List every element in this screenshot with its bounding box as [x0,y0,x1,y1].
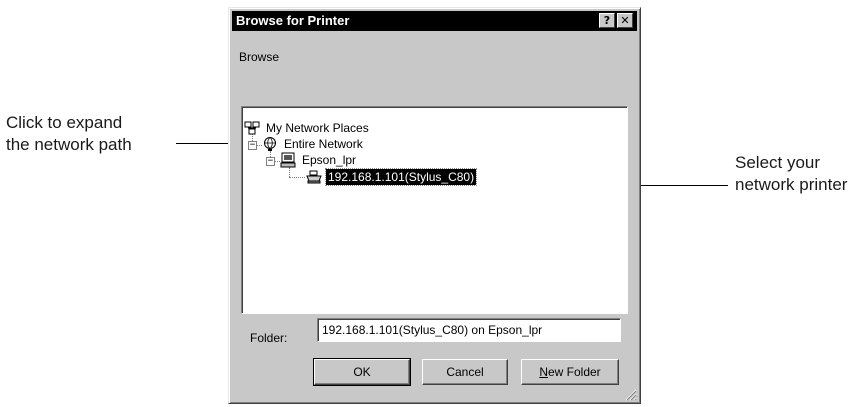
tree-item-label: 192.168.1.101(Stylus_C80) [324,168,478,186]
tree-item-label: Epson_lpr [302,153,357,167]
screenshot-stage: Click to expand the network path Select … [0,0,859,407]
printer-icon [306,169,322,185]
dialog-title: Browse for Printer [236,13,350,28]
browse-label: Browse [239,50,280,64]
tree-connector [289,167,291,177]
tree-item-label: Entire Network [284,137,363,151]
new-folder-label: ew Folder [547,365,601,379]
callout-text-line: the network path [6,135,132,154]
network-tree-view[interactable]: My Network Places − Entire Network − Eps… [241,106,628,314]
folder-field[interactable]: 192.168.1.101(Stylus_C80) on Epson_lpr [317,318,621,342]
resize-grip-icon[interactable] [625,388,637,401]
tree-item-epson-lpr[interactable]: Epson_lpr [280,152,358,168]
tree-connector [289,177,305,179]
tree-item-network-printer[interactable]: 192.168.1.101(Stylus_C80) [306,168,478,186]
globe-icon [262,136,278,152]
select-printer-callout: Select your network printer [735,152,859,196]
folder-label: Folder: [250,331,288,345]
new-folder-button[interactable]: New Folder [521,359,619,385]
tree-item-my-network-places[interactable]: My Network Places [244,120,371,136]
callout-text-line: Select your [735,153,821,172]
expand-path-callout: Click to expand the network path [6,112,176,156]
new-folder-mnemonic: N [539,365,548,379]
ok-button[interactable]: OK [313,358,411,386]
collapse-toggle-entire-network[interactable]: − [248,141,257,150]
dialog-titlebar[interactable]: Browse for Printer ? ✕ [232,11,637,31]
close-button[interactable]: ✕ [617,13,633,28]
collapse-toggle-epson-lpr[interactable]: − [266,157,275,166]
computer-icon [280,152,296,168]
callout-text-line: Click to expand [6,113,123,132]
help-button[interactable]: ? [599,13,615,28]
cancel-button[interactable]: Cancel [422,359,508,385]
callout-text-line: network printer [735,175,848,194]
tree-item-entire-network[interactable]: Entire Network [262,136,365,152]
network-places-icon [244,120,260,136]
tree-item-label: My Network Places [266,121,369,135]
browse-for-printer-dialog: Browse for Printer ? ✕ Browse My Network… [228,7,641,404]
